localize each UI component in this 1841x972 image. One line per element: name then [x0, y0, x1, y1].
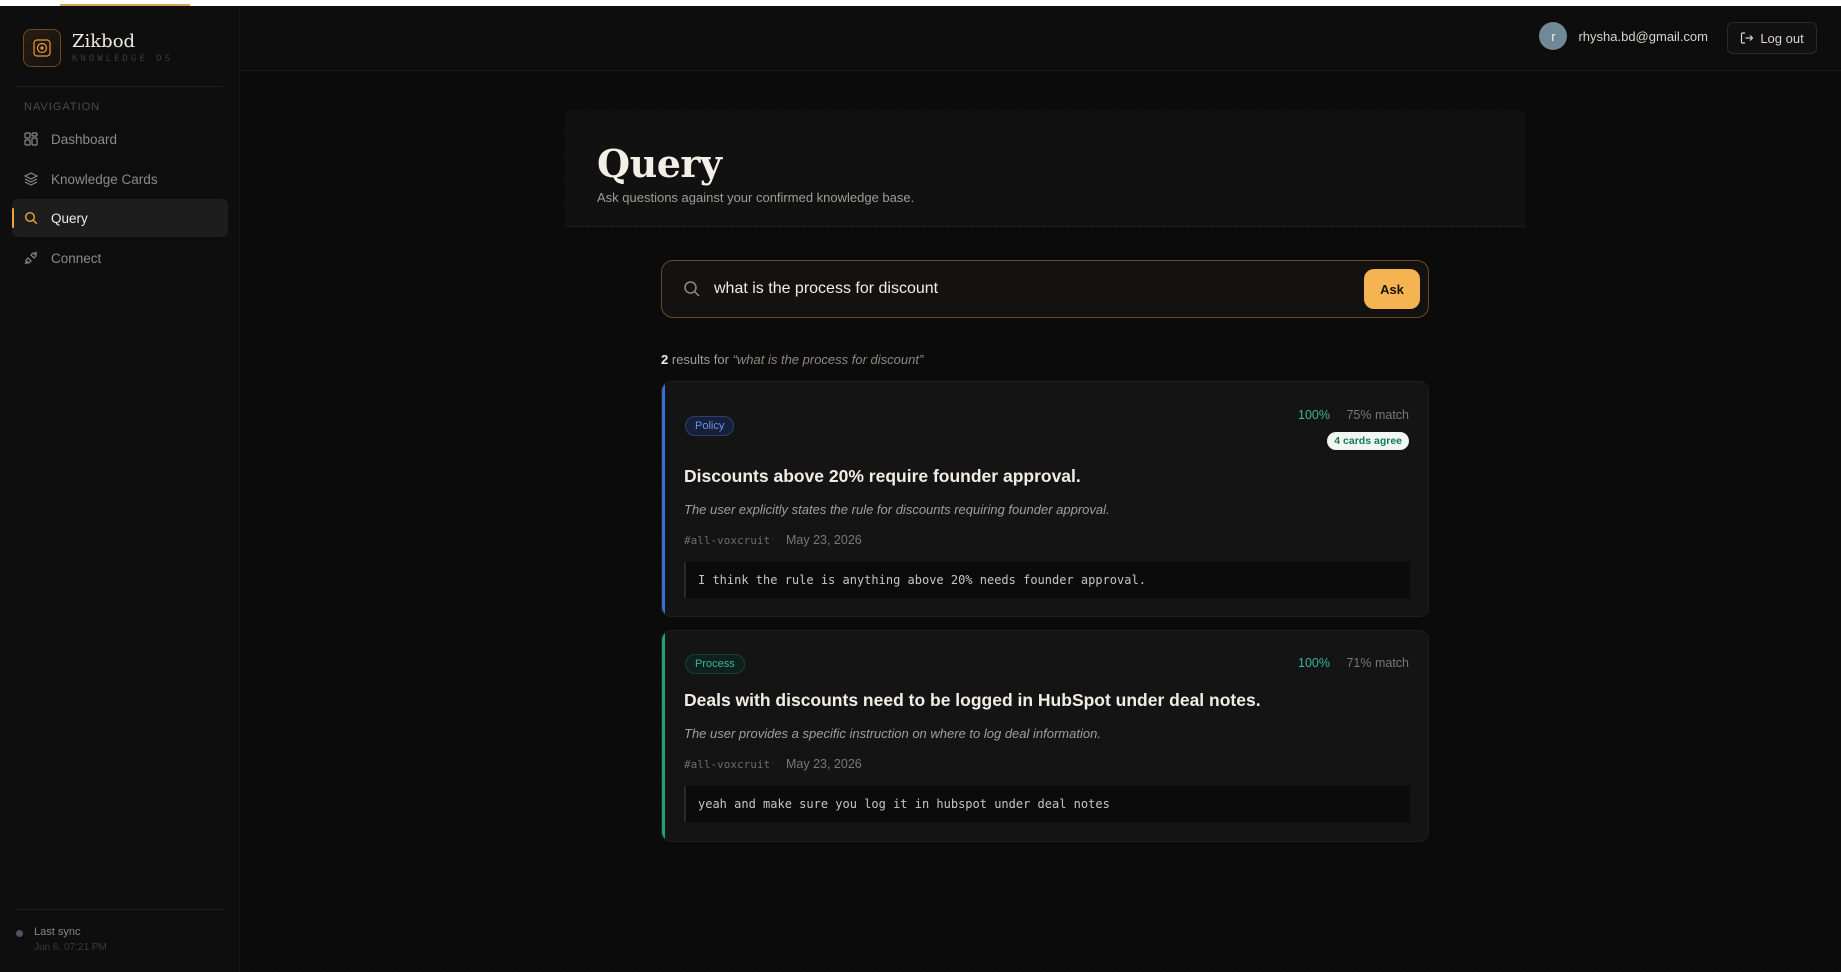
app-name: Zikbod [72, 31, 136, 52]
sidebar-divider [15, 909, 223, 910]
user-email: rhysha.bd@gmail.com [1578, 28, 1708, 44]
card-accent-bar [662, 382, 665, 616]
brand[interactable]: Zikbod KNOWLEDGE OS [23, 29, 173, 67]
avatar[interactable]: r [1539, 22, 1568, 50]
match-score: 75% match [1346, 408, 1409, 422]
separator-dot: · [771, 533, 775, 545]
logo-icon [23, 29, 61, 67]
page-header: Query Ask questions against your confirm… [565, 111, 1525, 227]
card-reason: The user explicitly states the rule for … [684, 502, 1110, 517]
search-input[interactable]: what is the process for discount [714, 280, 938, 298]
sidebar-item-dashboard[interactable]: Dashboard [12, 120, 228, 158]
sidebar-item-label: Dashboard [51, 131, 118, 147]
results-summary: 2 results for “what is the process for d… [661, 352, 923, 367]
sidebar-item-label: Knowledge Cards [51, 171, 158, 187]
sidebar-item-query[interactable]: Query [12, 199, 228, 237]
separator-dot: · [771, 757, 775, 769]
logout-button[interactable]: Log out [1727, 22, 1817, 54]
category-badge: Process [685, 654, 745, 674]
result-card[interactable]: Process 100% · 71% match Deals with disc… [661, 630, 1429, 842]
confidence-score: 100% [1298, 408, 1330, 422]
top-header: r rhysha.bd@gmail.com Log out [240, 6, 1841, 71]
channel-name: #all-voxcruit [684, 534, 771, 547]
logout-icon [1741, 32, 1754, 44]
confidence-score: 100% [1298, 656, 1330, 670]
results-count: 2 [661, 352, 669, 367]
results-for-label: results for [671, 352, 729, 367]
card-title: Deals with discounts need to be logged i… [684, 690, 1261, 710]
card-date: May 23, 2026 [786, 533, 862, 547]
sync-label: Last sync [34, 926, 81, 938]
sidebar-item-knowledge-cards[interactable]: Knowledge Cards [12, 160, 228, 198]
source-quote: yeah and make sure you log it in hubspot… [684, 786, 1410, 822]
card-title: Discounts above 20% require founder appr… [684, 466, 1081, 486]
sidebar-item-connect[interactable]: Connect [12, 239, 228, 277]
plug-icon [24, 251, 38, 265]
results-query: “what is the process for discount” [732, 352, 924, 367]
sidebar-divider [15, 86, 223, 87]
agreement-badge: 4 cards agree [1327, 432, 1409, 450]
category-badge: Policy [685, 416, 735, 436]
sidebar-item-label: Query [51, 210, 88, 226]
card-date: May 23, 2026 [786, 757, 862, 771]
sidebar-item-label: Connect [51, 250, 102, 266]
search-icon [24, 211, 38, 225]
sidebar: Zikbod KNOWLEDGE OS NAVIGATION Dashboard… [0, 6, 240, 972]
page-title: Query [597, 141, 722, 186]
search-icon [683, 280, 701, 303]
card-accent-bar [662, 631, 665, 841]
separator-dot: · [1340, 408, 1344, 422]
match-score: 71% match [1346, 656, 1409, 670]
separator-dot: · [1340, 656, 1344, 670]
ask-button[interactable]: Ask [1364, 269, 1420, 309]
sync-time: Jun 6, 07:21 PM [34, 942, 107, 953]
query-search-bar: what is the process for discount Ask [661, 260, 1429, 318]
channel-name: #all-voxcruit [684, 758, 771, 771]
layers-icon [24, 172, 38, 186]
page-subtitle: Ask questions against your confirmed kno… [597, 190, 915, 205]
logout-label: Log out [1760, 30, 1804, 46]
nav-heading: NAVIGATION [24, 101, 101, 113]
result-card[interactable]: Policy 100% · 75% match 4 cards agree Di… [661, 381, 1429, 617]
source-quote: I think the rule is anything above 20% n… [684, 562, 1410, 598]
user-info[interactable]: r rhysha.bd@gmail.com [1539, 22, 1708, 50]
sync-status-dot [16, 930, 23, 937]
card-reason: The user provides a specific instruction… [684, 726, 1101, 741]
grid-icon [24, 132, 38, 146]
app-subtitle: KNOWLEDGE OS [72, 54, 174, 64]
